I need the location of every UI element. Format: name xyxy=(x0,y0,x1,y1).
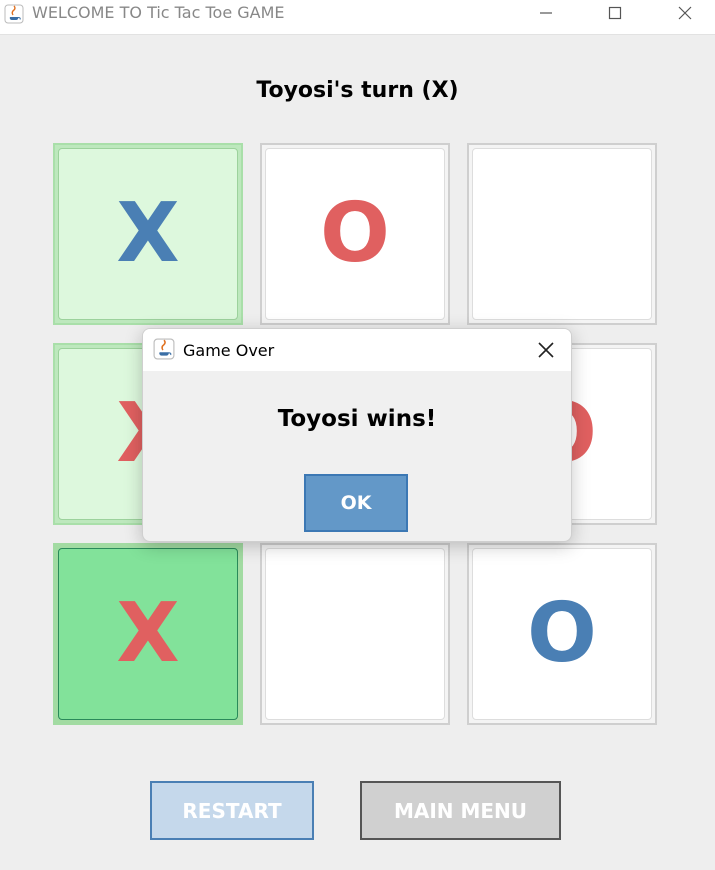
board-cell-1[interactable]: X xyxy=(53,143,243,325)
restart-button[interactable]: RESTART xyxy=(150,781,314,840)
cell-mark: O xyxy=(527,586,597,681)
window-titlebar: WELCOME TO Tic Tac Toe GAME xyxy=(0,0,715,35)
java-app-icon xyxy=(153,338,175,360)
close-icon xyxy=(678,6,692,20)
dialog-titlebar: Game Over xyxy=(143,329,571,371)
minimize-button[interactable] xyxy=(523,0,569,26)
board-cell-7[interactable]: X xyxy=(53,543,243,725)
maximize-icon xyxy=(608,6,622,20)
minimize-icon xyxy=(540,12,552,14)
window-close-button[interactable] xyxy=(662,0,708,26)
cell-mark: X xyxy=(116,586,180,681)
dialog-close-button[interactable] xyxy=(533,337,559,363)
dialog-message: Toyosi wins! xyxy=(277,406,437,432)
board-cell-9[interactable]: O xyxy=(467,543,657,725)
game-over-dialog: Game Over Toyosi wins! OK xyxy=(142,328,572,542)
cell-mark: X xyxy=(116,186,180,281)
board-cell-8[interactable] xyxy=(260,543,450,725)
close-icon xyxy=(538,342,554,358)
dialog-title: Game Over xyxy=(183,341,275,360)
cell-mark: O xyxy=(320,186,390,281)
board-cell-3[interactable] xyxy=(467,143,657,325)
turn-label: Toyosi's turn (X) xyxy=(256,78,459,103)
main-menu-button[interactable]: MAIN MENU xyxy=(360,781,561,840)
board-cell-2[interactable]: O xyxy=(260,143,450,325)
java-app-icon xyxy=(4,4,24,24)
window-title: WELCOME TO Tic Tac Toe GAME xyxy=(32,3,285,22)
maximize-button[interactable] xyxy=(592,0,638,26)
ok-button[interactable]: OK xyxy=(304,474,408,532)
